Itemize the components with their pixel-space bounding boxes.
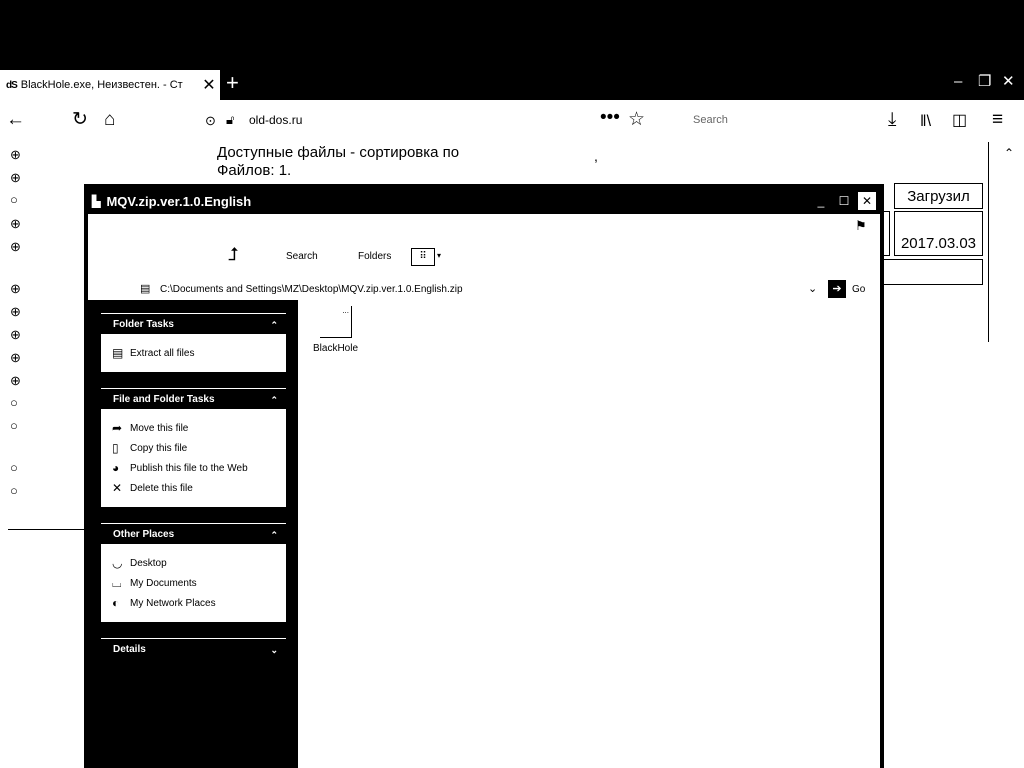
- address-bar[interactable]: C:\Documents and Settings\MZ\Desktop\MQV…: [160, 284, 463, 295]
- details-title: Details: [113, 644, 146, 655]
- explorer-title-bar[interactable]: ▙ MQV.zip.ver.1.0.English: [88, 188, 880, 214]
- chevron-down-icon[interactable]: ▾: [437, 251, 441, 260]
- download-icon[interactable]: ⤓: [888, 110, 896, 130]
- desktop-link[interactable]: ◡ Desktop: [112, 556, 167, 570]
- collapse-icon[interactable]: ⌃: [270, 389, 278, 411]
- radio-icon[interactable]: ○: [10, 484, 18, 497]
- publish-file-item[interactable]: ◕ Publish this file to the Web: [112, 461, 248, 475]
- close-window-icon[interactable]: ✕: [1002, 74, 1015, 90]
- minimize-icon[interactable]: –: [954, 74, 962, 90]
- site-favicon-icon: dS: [6, 79, 18, 91]
- expand-icon[interactable]: ⊕: [10, 374, 21, 387]
- table-cell-date: 2017.03.03: [894, 211, 983, 256]
- collapse-icon[interactable]: ⌃: [270, 524, 278, 546]
- scroll-up-icon[interactable]: ⌃: [1004, 146, 1014, 160]
- folder-tasks-title: Folder Tasks: [113, 319, 174, 330]
- page-heading: Доступные файлы - сортировка по Файлов: …: [217, 144, 459, 180]
- expand-icon[interactable]: ⊕: [10, 217, 21, 230]
- restore-icon[interactable]: ❐: [978, 74, 991, 90]
- table-header-uploaded[interactable]: Загрузил: [894, 183, 983, 209]
- expand-icon[interactable]: ⊕: [10, 328, 21, 341]
- my-documents-link[interactable]: ⌴ My Documents: [112, 576, 197, 591]
- file-name[interactable]: BlackHole: [313, 343, 358, 354]
- heading-line-1: Доступные файлы - сортировка по: [217, 144, 460, 161]
- radio-icon[interactable]: ○: [10, 193, 18, 206]
- divider: [8, 529, 86, 530]
- home-icon[interactable]: ⌂: [104, 110, 115, 130]
- expand-icon[interactable]: ⌄: [270, 639, 278, 661]
- folders-button[interactable]: Folders: [358, 251, 391, 262]
- views-icon[interactable]: ⠿: [411, 248, 435, 266]
- search-input[interactable]: Search: [693, 114, 728, 126]
- close-tab-icon[interactable]: ✕: [198, 75, 220, 95]
- page-actions-icon[interactable]: •••: [600, 108, 620, 128]
- collapse-icon[interactable]: ⌃: [270, 314, 278, 336]
- expand-icon[interactable]: ⊕: [10, 240, 21, 253]
- search-button[interactable]: Search: [286, 251, 318, 262]
- heading-line-2: Файлов: 1.: [217, 162, 292, 179]
- folder-tasks-header[interactable]: Folder Tasks ⌃: [101, 313, 286, 331]
- my-documents-icon: ⌴: [112, 576, 122, 590]
- web-publish-icon: ◕: [112, 461, 120, 475]
- reload-icon[interactable]: ↻: [72, 110, 88, 130]
- expand-icon[interactable]: ⊕: [10, 282, 21, 295]
- zip-folder-icon: ▤: [140, 283, 151, 295]
- extract-icon: ▤: [112, 346, 124, 360]
- up-folder-icon[interactable]: ⮥: [228, 244, 239, 265]
- bookmark-star-icon[interactable]: ☆: [628, 110, 645, 130]
- extract-all-item[interactable]: ▤ Extract all files: [112, 346, 194, 360]
- back-icon[interactable]: ←: [6, 110, 25, 130]
- nav-toolbar: [0, 100, 1024, 142]
- folder-icon: ▙: [92, 195, 101, 208]
- details-header[interactable]: Details ⌄: [101, 638, 286, 656]
- sidebar-icon[interactable]: ◫: [952, 111, 967, 131]
- site-info-icon[interactable]: ⊙: [205, 113, 216, 129]
- file-icon[interactable]: ...: [320, 306, 352, 338]
- go-arrow-icon[interactable]: ➔: [828, 280, 846, 298]
- library-icon[interactable]: ‖\: [920, 112, 931, 132]
- radio-icon[interactable]: ○: [10, 419, 18, 432]
- move-icon: ➦: [112, 421, 123, 435]
- divider: [988, 142, 989, 342]
- tab-title: BlackHole.exe, Неизвестен. - Ст: [20, 79, 183, 91]
- minimize-icon[interactable]: _: [812, 192, 830, 210]
- url-bar[interactable]: old-dos.ru: [249, 113, 302, 127]
- radio-icon[interactable]: ○: [10, 461, 18, 474]
- move-file-item[interactable]: ➦ Move this file: [112, 421, 188, 435]
- copy-file-item[interactable]: ▯ Copy this file: [112, 441, 187, 455]
- radio-icon[interactable]: ○: [10, 396, 18, 409]
- chevron-down-icon[interactable]: ⌄: [808, 282, 817, 295]
- menu-icon[interactable]: ≡: [992, 110, 1003, 130]
- close-window-icon[interactable]: ✕: [858, 192, 876, 210]
- throbber-icon: ⚑: [855, 218, 867, 233]
- expand-icon[interactable]: ⊕: [10, 148, 21, 161]
- expand-icon[interactable]: ⊕: [10, 305, 21, 318]
- delete-file-item[interactable]: ✕ Delete this file: [112, 481, 193, 495]
- desktop-icon: ◡: [112, 556, 123, 570]
- browser-tab[interactable]: dS BlackHole.exe, Неизвестен. - Ст ✕: [0, 70, 220, 100]
- maximize-icon[interactable]: ☐: [835, 192, 853, 210]
- file-folder-tasks-header[interactable]: File and Folder Tasks ⌃: [101, 388, 286, 406]
- copy-icon: ▯: [112, 441, 119, 455]
- go-button[interactable]: Go: [852, 284, 865, 295]
- insecure-lock-icon[interactable]: 🔓︎: [226, 112, 234, 128]
- expand-icon[interactable]: ⊕: [10, 351, 21, 364]
- network-places-icon: ◐: [112, 596, 120, 610]
- other-places-header[interactable]: Other Places ⌃: [101, 523, 286, 541]
- explorer-title: MQV.zip.ver.1.0.English: [106, 193, 252, 209]
- new-tab-button[interactable]: +: [226, 72, 239, 94]
- expand-icon[interactable]: ⊕: [10, 171, 21, 184]
- delete-icon: ✕: [112, 481, 123, 495]
- other-places-title: Other Places: [113, 529, 175, 540]
- file-folder-tasks-title: File and Folder Tasks: [113, 394, 215, 405]
- heading-comma: ,: [594, 148, 598, 164]
- my-network-places-link[interactable]: ◐ My Network Places: [112, 596, 216, 610]
